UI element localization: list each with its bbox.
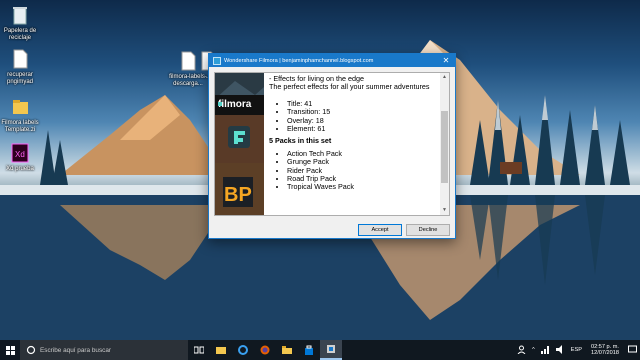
language-indicator[interactable]: ESP (571, 347, 582, 353)
accept-button[interactable]: Accept (358, 224, 402, 236)
stats-list: Title: 41 Transition: 15 Overlay: 18 Ele… (269, 99, 437, 134)
folder-icon (11, 96, 29, 118)
desktop: Papelera de reciclaje recuperar pngimyad… (0, 0, 640, 360)
task-view-icon[interactable] (188, 340, 210, 360)
file-explorer-icon[interactable] (210, 340, 232, 360)
scroll-up-icon[interactable]: ▲ (440, 73, 449, 82)
filmora-banner: filmora BP (215, 73, 264, 215)
start-button[interactable] (0, 340, 20, 360)
window-title: Wondershare Filmora | benjaminphamchanne… (224, 57, 374, 64)
license-content-box: filmora BP - Effects for living on the e… (214, 72, 450, 216)
clock[interactable]: 02:57 p. m. 12/07/2018 (591, 344, 619, 357)
people-icon[interactable] (517, 345, 526, 356)
firefox-icon[interactable] (254, 340, 276, 360)
scroll-down-icon[interactable]: ▼ (440, 206, 449, 215)
svg-text:BP: BP (224, 184, 252, 206)
recycle-bin-icon (11, 4, 29, 26)
chevron-up-icon[interactable]: ^ (532, 347, 535, 353)
desktop-icon-recycle-bin[interactable]: Papelera de reciclaje (0, 4, 40, 42)
edge-icon[interactable] (232, 340, 254, 360)
filmora-logo-text: filmora (218, 99, 252, 110)
desktop-icon-recuperar[interactable]: recuperar pngimyad (0, 48, 40, 86)
window-titlebar[interactable]: Wondershare Filmora | benjaminphamchanne… (209, 54, 455, 67)
taskbar-search-box[interactable]: Escribe aquí para buscar (20, 340, 188, 360)
packs-heading: 5 Packs in this set (269, 136, 332, 146)
store-icon[interactable] (298, 340, 320, 360)
adobe-xd-icon: Xd (11, 142, 29, 164)
filmora-app-icon (228, 126, 250, 148)
installer-taskbar-icon[interactable] (320, 340, 342, 360)
network-icon[interactable] (540, 345, 550, 356)
cortana-icon (26, 345, 36, 355)
system-tray: ^ ESP 02:57 p. m. 12/07/2018 (514, 340, 640, 360)
taskbar: Escribe aquí para buscar ^ ESP 02:57 p. … (0, 340, 640, 360)
volume-icon[interactable] (555, 344, 565, 356)
clock-date: 12/07/2018 (591, 350, 619, 356)
stat-item: Element: 61 (287, 124, 437, 133)
close-button[interactable]: ✕ (437, 56, 455, 65)
packs-list: Action Tech Pack Grunge Pack Rider Pack … (269, 149, 437, 192)
app-icon (213, 56, 221, 65)
description-line-2: The perfect effects for all your summer … (269, 82, 430, 92)
pack-item: Tropical Waves Pack (287, 183, 437, 192)
notifications-icon[interactable] (628, 345, 637, 356)
vertical-scrollbar[interactable]: ▲ ▼ (440, 73, 449, 215)
folder-icon[interactable] (276, 340, 298, 360)
svg-text:Xd: Xd (15, 150, 25, 159)
installer-window: Wondershare Filmora | benjaminphamchanne… (208, 53, 456, 239)
scroll-thumb[interactable] (441, 111, 448, 183)
desktop-icon-filmora-template[interactable]: Filmora labels Template.zi (0, 96, 40, 134)
file-icon (11, 48, 29, 70)
description-text: - Effects for living on the edge The per… (269, 75, 437, 213)
desktop-icon-xd-prueba[interactable]: Xd Xd prueba (0, 142, 40, 173)
search-placeholder: Escribe aquí para buscar (40, 346, 112, 354)
windows-logo-icon (5, 345, 15, 355)
decline-button[interactable]: Decline (406, 224, 450, 236)
